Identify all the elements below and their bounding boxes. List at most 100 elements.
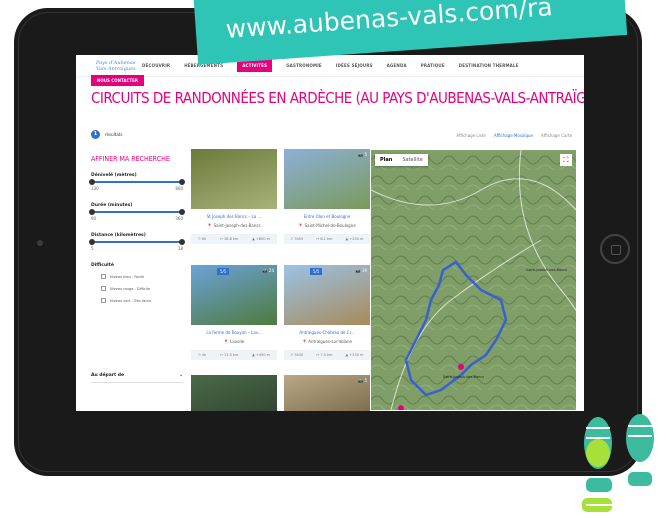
- slider-min-value: 90: [91, 216, 97, 221]
- hike-card[interactable]: 5/5 📷 24 La ferme de Rouyon – Lav... 📍 Lavo…: [191, 265, 277, 360]
- map-town-label: Saint-Joseph-des-Bancs: [443, 375, 485, 379]
- difficulty-option[interactable]: Niveau vert - Très facile: [91, 298, 183, 303]
- slider-track[interactable]: [89, 239, 185, 245]
- card-title[interactable]: St Joseph des Bancs – La ...: [191, 214, 277, 219]
- fullscreen-icon[interactable]: ⛶: [560, 154, 572, 166]
- checkbox[interactable]: [101, 286, 106, 291]
- nav-item-destination-thermale[interactable]: DESTINATION THERMALE: [459, 63, 519, 68]
- photo-count-badge: 📷 24: [262, 268, 274, 273]
- slider-max-value: 360: [175, 216, 183, 221]
- photo-count-badge: 📷 5: [358, 378, 367, 383]
- card-title[interactable]: Antraigues-Château de Cr...: [284, 330, 370, 335]
- results-label: résultats: [105, 132, 123, 137]
- camera-icon: [37, 240, 43, 246]
- checkbox[interactable]: [101, 274, 106, 279]
- slider-min-value: 130: [91, 186, 99, 191]
- distance-stat: ↔ 7.5 km: [316, 353, 333, 357]
- card-stats: ⏱ 6h ↔ 18.8 km ▲ +800 m: [191, 234, 277, 244]
- distance-stat: ↔ 8.1 km: [316, 237, 333, 241]
- slider-min-value: 5: [91, 246, 94, 251]
- card-title[interactable]: La ferme de Rouyon – Lav...: [191, 330, 277, 335]
- tablet-frame: Pays d'Aubenas Vals Antraigues DÉCOUVRIR…: [14, 8, 642, 476]
- hike-card[interactable]: 📷 5: [284, 375, 370, 411]
- map-type-tabs: Plan Satellite: [375, 154, 428, 166]
- card-photo[interactable]: [191, 375, 277, 411]
- slider-max-value: 800: [175, 186, 183, 191]
- time-stat: ⏱ 3h55: [290, 237, 304, 241]
- map-town-label: Saint-Joseph-des-Bancs: [526, 268, 568, 272]
- chevron-down-icon: ⌄: [179, 373, 183, 378]
- location-icon: 📍: [301, 339, 307, 344]
- tab-satellite[interactable]: Satellite: [397, 154, 427, 166]
- slider-min-handle[interactable]: [89, 179, 95, 185]
- view-list-button[interactable]: Affichage Liste: [456, 133, 486, 138]
- card-title[interactable]: Entre Olon et Boulogne: [284, 214, 370, 219]
- nav-item-gastronomie[interactable]: GASTRONOMIE: [286, 63, 322, 68]
- hike-card[interactable]: St Joseph des Bancs – La ... 📍 Saint-Jose…: [191, 149, 277, 244]
- card-photo[interactable]: 📷 5: [284, 375, 370, 411]
- elevation-stat: ▲ +450 m: [252, 353, 271, 357]
- card-stats: ⏱ 3h55 ↔ 8.1 km ▲ +250 m: [284, 234, 370, 244]
- difficulty-option[interactable]: Niveau bleu - Facile: [91, 274, 183, 279]
- photo-count-badge: 📷 19: [355, 268, 367, 273]
- slider-min-handle[interactable]: [89, 209, 95, 215]
- checkbox[interactable]: [101, 298, 106, 303]
- distance-stat: ↔ 13.5 km: [219, 353, 239, 357]
- rating-badge: 5/5: [217, 268, 230, 275]
- card-photo[interactable]: 📷 5: [284, 149, 370, 209]
- nav-item-decouvrir[interactable]: DÉCOUVRIR: [142, 63, 170, 68]
- card-place: 📍 Antraigues-sur-Volane: [301, 339, 353, 344]
- card-place: 📍 Saint-Michel-de-Boulogne: [298, 223, 356, 228]
- time-stat: ⏱ 6h: [197, 237, 207, 241]
- denivele-slider: Dénivelé (mètres) 130 800: [89, 173, 185, 191]
- rating-badge: 5/5: [310, 268, 323, 275]
- results-count: 1 résultats: [91, 130, 122, 139]
- difficulty-title: Difficulté: [91, 263, 114, 268]
- start-marker: [458, 364, 464, 370]
- location-icon: 📍: [207, 223, 213, 228]
- slider-track[interactable]: [89, 209, 185, 215]
- slider-label: Dénivelé (mètres): [91, 173, 137, 178]
- distance-slider: Distance (kilomètres) 5 18: [89, 233, 185, 251]
- site-logo[interactable]: Pays d'Aubenas Vals Antraigues: [96, 60, 142, 72]
- elevation-stat: ▲ +330 m: [345, 353, 364, 357]
- hike-card[interactable]: 5/5 📷 19 Antraigues-Château de Cr... 📍 Antr…: [284, 265, 370, 360]
- elevation-stat: ▲ +250 m: [345, 237, 364, 241]
- slider-max-handle[interactable]: [179, 209, 185, 215]
- location-icon: 📍: [223, 339, 229, 344]
- checkbox-label: Niveau bleu - Facile: [110, 274, 145, 279]
- depart-dropdown[interactable]: Au départ de ⌄: [91, 373, 183, 383]
- duree-slider: Durée (minutes) 90 360: [89, 203, 185, 221]
- hike-card[interactable]: 📷 5 Entre Olon et Boulogne 📍 Saint-Michel-…: [284, 149, 370, 244]
- depart-label: Au départ de: [91, 373, 124, 378]
- map-panel[interactable]: Plan Satellite ⛶ Saint-Joseph-des-Bancs …: [371, 150, 576, 410]
- card-place: 📍 Lavoile: [223, 339, 245, 344]
- card-photo[interactable]: 5/5 📷 24: [191, 265, 277, 325]
- slider-min-handle[interactable]: [89, 239, 95, 245]
- time-stat: ⏱ 4h: [197, 353, 207, 357]
- slider-max-handle[interactable]: [179, 239, 185, 245]
- hike-card[interactable]: [191, 375, 277, 411]
- checkbox-label: Niveau rouge - Difficile: [110, 286, 150, 291]
- view-mosaic-button[interactable]: Affichage Mosaïque: [494, 133, 533, 138]
- shoe-print-icon: [582, 414, 654, 512]
- contact-button[interactable]: NOUS CONTACTER: [91, 75, 144, 86]
- banner-url-text: www.aubenas-vals.com/ra: [224, 0, 554, 44]
- difficulty-option[interactable]: Niveau rouge - Difficile: [91, 286, 183, 291]
- card-photo[interactable]: 5/5 📷 19: [284, 265, 370, 325]
- page-title: CIRCUITS DE RANDONNÉES EN ARDÈCHE (AU PA…: [91, 89, 584, 107]
- distance-stat: ↔ 18.8 km: [219, 237, 239, 241]
- tab-plan[interactable]: Plan: [375, 154, 397, 166]
- view-map-button[interactable]: Affichage Carte: [541, 133, 572, 138]
- elevation-stat: ▲ +800 m: [252, 237, 271, 241]
- time-stat: ⏱ 3h30: [290, 353, 304, 357]
- filters-title: AFFINER MA RECHERCHE: [91, 155, 170, 163]
- slider-max-handle[interactable]: [179, 179, 185, 185]
- photo-count-badge: 📷 5: [358, 152, 367, 157]
- card-photo[interactable]: [191, 149, 277, 209]
- nav-item-idees-sejours[interactable]: IDÉES SÉJOURS: [336, 63, 373, 68]
- card-stats: ⏱ 3h30 ↔ 7.5 km ▲ +330 m: [284, 350, 370, 360]
- nav-item-pratique[interactable]: PRATIQUE: [421, 63, 445, 68]
- nav-item-agenda[interactable]: AGENDA: [387, 63, 407, 68]
- slider-track[interactable]: [89, 179, 185, 185]
